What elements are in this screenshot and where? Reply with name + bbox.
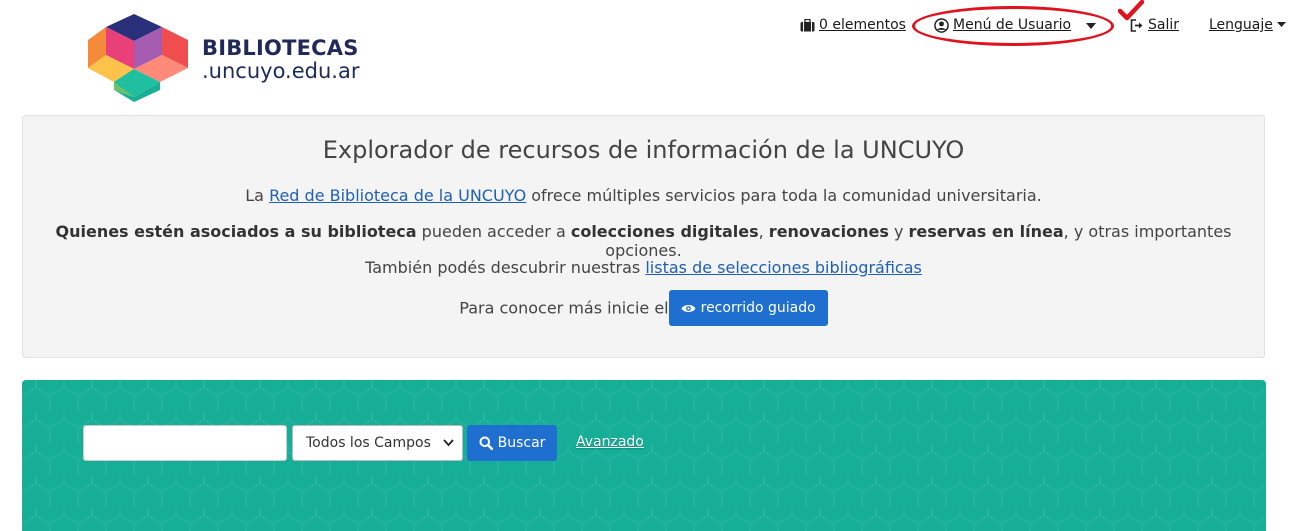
intro-title: Explorador de recursos de información de… <box>322 136 965 164</box>
intro-bold-text: renovaciones <box>768 222 889 241</box>
suitcase-icon <box>800 18 815 31</box>
search-input[interactable] <box>83 425 287 461</box>
intro-text: Para conocer más inicie el <box>459 298 669 318</box>
site-logo[interactable]: BIBLIOTECAS .uncuyo.edu.ar <box>84 12 359 104</box>
search-field-selected: Todos los Campos <box>306 435 431 451</box>
intro-text: y <box>888 222 909 241</box>
advanced-search-link[interactable]: Avanzado <box>576 434 644 450</box>
cart-label: 0 elementos <box>819 17 906 33</box>
intro-text: ofrece múltiples servicios para toda la … <box>526 186 1042 205</box>
user-menu-toggle[interactable]: Menú de Usuario <box>934 17 1071 33</box>
guided-tour-button[interactable]: recorrido guiado <box>668 290 828 326</box>
search-icon <box>479 436 493 450</box>
language-menu[interactable]: Lenguaje <box>1209 17 1286 33</box>
intro-text: pueden acceder a <box>416 222 571 241</box>
intro-line-2: Quienes estén asociados a su biblioteca … <box>23 222 1264 260</box>
logo-subtitle: .uncuyo.edu.ar <box>202 59 360 83</box>
intro-line-1: La Red de Biblioteca de la UNCUYO ofrece… <box>23 186 1264 205</box>
intro-bold-text: Quienes estén asociados a su biblioteca <box>55 222 417 241</box>
search-button[interactable]: Buscar <box>467 425 557 461</box>
search-field-select[interactable]: Todos los Campos <box>292 425 463 461</box>
cart-link[interactable]: 0 elementos <box>800 17 906 33</box>
logo-cube-icon <box>88 14 188 102</box>
intro-bold-text: colecciones digitales <box>570 222 759 241</box>
guided-tour-label: recorrido guiado <box>700 300 816 316</box>
logo-title: BIBLIOTECAS <box>202 36 359 60</box>
search-band: Todos los Campos Buscar Avanzado <box>22 380 1266 531</box>
library-network-link[interactable]: Red de Biblioteca de la UNCUYO <box>269 186 526 205</box>
intro-text: También podés descubrir nuestras <box>365 258 646 277</box>
intro-text: , <box>758 222 769 241</box>
sign-out-icon <box>1130 18 1143 32</box>
language-label: Lenguaje <box>1209 17 1273 33</box>
intro-panel: Explorador de recursos de información de… <box>22 115 1265 358</box>
user-circle-icon <box>934 17 949 33</box>
chevron-down-icon <box>443 439 454 447</box>
eye-icon <box>681 304 696 312</box>
search-button-label: Buscar <box>497 435 546 451</box>
intro-line-3: También podés descubrir nuestras listas … <box>23 258 1264 277</box>
logout-link[interactable]: Salir <box>1130 17 1179 33</box>
caret-down-icon <box>1276 22 1286 27</box>
intro-bold-text: reservas en línea <box>908 222 1064 241</box>
intro-text: La <box>245 186 270 205</box>
caret-down-icon[interactable] <box>1086 23 1096 29</box>
logout-label: Salir <box>1148 17 1180 33</box>
intro-line-4: Para conocer más inicie el recorrido gui… <box>23 290 1264 326</box>
bibliographic-lists-link[interactable]: listas de selecciones bibliográficas <box>645 258 922 277</box>
user-menu-label: Menú de Usuario <box>953 17 1072 33</box>
